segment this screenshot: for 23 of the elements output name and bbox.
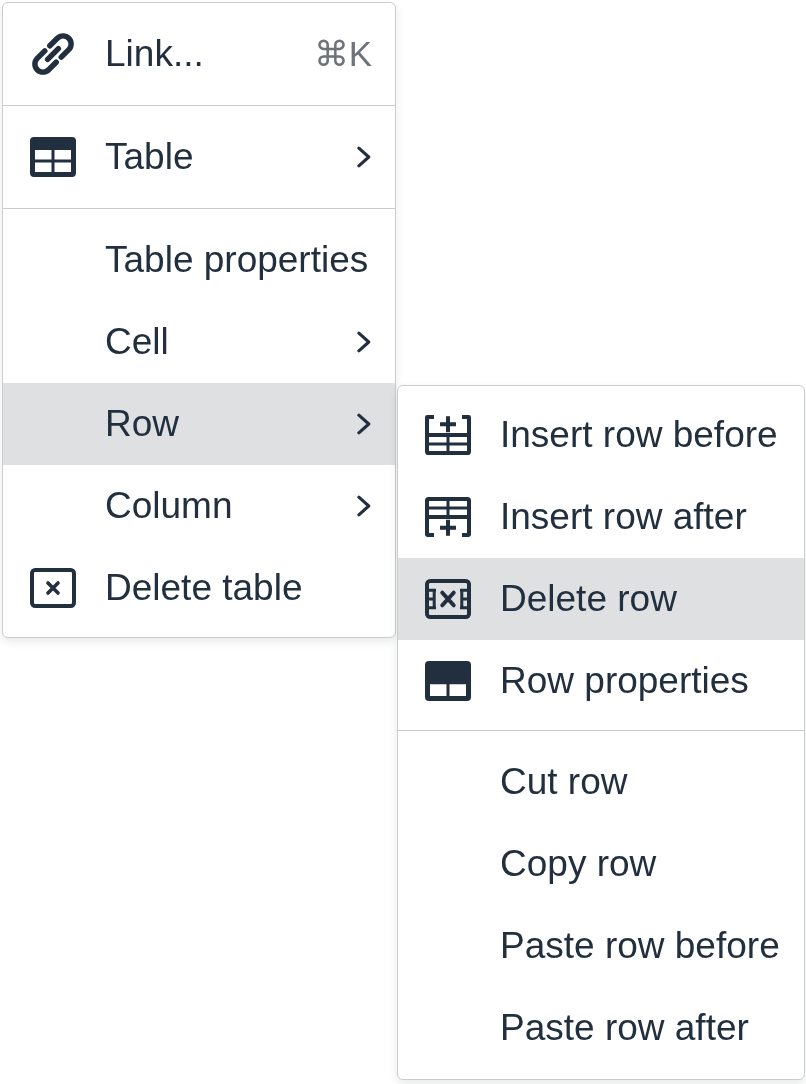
menu-item[interactable]: Link... ⌘K — [3, 13, 395, 95]
menu-item[interactable]: Row properties — [398, 640, 804, 722]
menu-item[interactable]: Insert row after — [398, 476, 804, 558]
table-icon — [30, 137, 76, 177]
menu-item[interactable]: Cell — [3, 301, 395, 383]
shortcut-label: ⌘K — [313, 34, 372, 74]
x-square-icon — [30, 568, 76, 608]
menu-item[interactable]: Insert row before — [398, 394, 804, 476]
menu-item[interactable]: Delete row — [398, 558, 804, 640]
menu-item[interactable]: Row — [3, 383, 395, 465]
table-filled-row-icon — [425, 661, 471, 701]
menu-item[interactable]: Paste row before — [398, 905, 804, 987]
menu-item[interactable]: Column — [3, 465, 395, 547]
table-plus-bottom-icon — [425, 497, 471, 537]
table-x-icon — [425, 579, 471, 619]
link-icon — [30, 31, 76, 77]
menu-item[interactable]: Table properties — [3, 219, 395, 301]
menu-item[interactable]: Copy row — [398, 823, 804, 905]
menu-item[interactable]: Paste row after — [398, 987, 804, 1069]
menu-item[interactable]: Table — [3, 116, 395, 198]
menu-item[interactable]: Cut row — [398, 741, 804, 823]
menu-item[interactable]: Delete table — [3, 547, 395, 629]
table-plus-top-icon — [425, 415, 471, 455]
